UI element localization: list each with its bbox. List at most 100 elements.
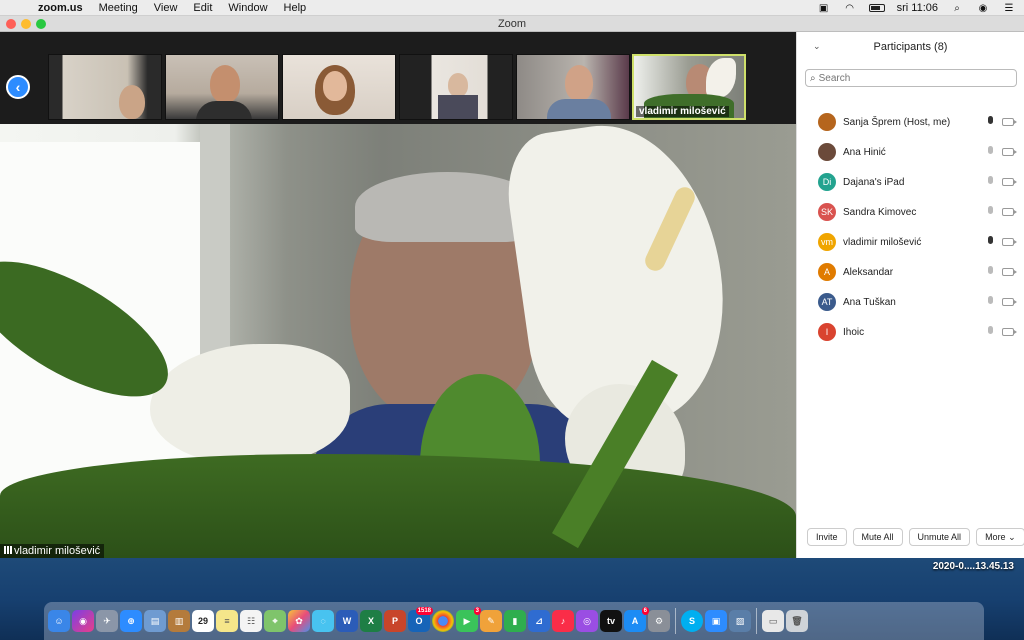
- participant-row[interactable]: A Aleksandar: [797, 257, 1024, 287]
- menu-clock[interactable]: sri 11:06: [897, 2, 938, 14]
- participant-face: [210, 65, 240, 103]
- participant-thumbnail[interactable]: [516, 54, 630, 120]
- menu-app-name[interactable]: zoom.us: [30, 2, 91, 14]
- notification-center-icon[interactable]: ☰: [1002, 3, 1016, 14]
- maps-icon[interactable]: ⌖: [264, 610, 286, 632]
- window-title: Zoom: [497, 18, 527, 30]
- document-stack-icon[interactable]: ▭: [762, 610, 784, 632]
- microphone-icon[interactable]: [985, 236, 995, 248]
- microphone-icon[interactable]: [985, 266, 995, 278]
- participant-search[interactable]: ⌕: [805, 69, 1017, 87]
- apple-tv-icon[interactable]: tv: [600, 610, 622, 632]
- zoom-app-icon[interactable]: ▣: [705, 610, 727, 632]
- participant-name: Ana Hinić: [843, 146, 886, 158]
- music-icon[interactable]: ♪: [552, 610, 574, 632]
- siri-app-icon[interactable]: ◉: [72, 610, 94, 632]
- video-camera-icon[interactable]: [1002, 238, 1017, 246]
- participant-thumbnail[interactable]: [399, 54, 513, 120]
- more-button[interactable]: More ⌄: [976, 528, 1024, 546]
- podcasts-icon[interactable]: ◎: [576, 610, 598, 632]
- participants-title: Participants (8): [873, 41, 948, 53]
- video-camera-icon[interactable]: [1002, 268, 1017, 276]
- photos-icon[interactable]: ✿: [288, 610, 310, 632]
- previous-page-button[interactable]: ‹: [6, 75, 30, 99]
- search-input[interactable]: [818, 72, 999, 84]
- finder-icon[interactable]: ☺: [48, 610, 70, 632]
- desktop-file-label[interactable]: 2020-0....13.45.13: [933, 561, 1014, 572]
- avatar: AT: [818, 293, 836, 311]
- video-camera-icon[interactable]: [1002, 178, 1017, 186]
- participant-row[interactable]: I Ihoic: [797, 317, 1024, 347]
- microphone-icon[interactable]: [985, 146, 995, 158]
- close-window-button[interactable]: [6, 19, 16, 29]
- launchpad-icon[interactable]: ✈: [96, 610, 118, 632]
- video-camera-icon[interactable]: [1002, 118, 1017, 126]
- menu-help[interactable]: Help: [276, 2, 315, 14]
- spotlight-search-icon[interactable]: ⌕: [950, 3, 964, 14]
- messages-icon[interactable]: ◌: [312, 610, 334, 632]
- image-capture-icon[interactable]: ▨: [729, 610, 751, 632]
- wifi-icon[interactable]: ◠: [843, 3, 857, 14]
- siri-icon[interactable]: ◉: [976, 3, 990, 14]
- safari-icon[interactable]: ⊕: [120, 610, 142, 632]
- participant-face: [448, 73, 468, 97]
- notes-icon[interactable]: ≡: [216, 610, 238, 632]
- fullscreen-window-button[interactable]: [36, 19, 46, 29]
- microphone-icon[interactable]: [985, 296, 995, 308]
- powerpoint-icon[interactable]: P: [384, 610, 406, 632]
- participant-row[interactable]: SK Sandra Kimovec: [797, 197, 1024, 227]
- microphone-icon[interactable]: [985, 116, 995, 128]
- excel-icon[interactable]: X: [360, 610, 382, 632]
- participant-row[interactable]: vm vladimir milošević: [797, 227, 1024, 257]
- video-camera-icon[interactable]: [1002, 208, 1017, 216]
- system-preferences-icon[interactable]: ⚙: [648, 610, 670, 632]
- participant-row[interactable]: Ana Hinić: [797, 137, 1024, 167]
- chrome-icon[interactable]: [432, 610, 454, 632]
- calendar-icon[interactable]: 29: [192, 610, 214, 632]
- menu-view[interactable]: View: [146, 2, 186, 14]
- minimize-window-button[interactable]: [21, 19, 31, 29]
- facetime-icon[interactable]: ▶ 3: [456, 607, 481, 632]
- microphone-icon[interactable]: [985, 176, 995, 188]
- word-icon[interactable]: W: [336, 610, 358, 632]
- participant-name: vladimir milošević: [843, 236, 922, 248]
- reminders-icon[interactable]: ☷: [240, 610, 262, 632]
- active-speaker-video[interactable]: vladimir milošević: [0, 124, 796, 558]
- invite-button[interactable]: Invite: [807, 528, 847, 546]
- participant-row[interactable]: AT Ana Tuškan: [797, 287, 1024, 317]
- microphone-icon[interactable]: [985, 206, 995, 218]
- search-icon: ⌕: [810, 72, 816, 84]
- numbers-icon[interactable]: ▮: [504, 610, 526, 632]
- trash-icon[interactable]: 🗑: [786, 610, 808, 632]
- pages-icon[interactable]: ✎: [480, 610, 502, 632]
- video-camera-icon[interactable]: [1002, 328, 1017, 336]
- chevron-down-icon[interactable]: ⌄: [813, 41, 821, 52]
- menu-meeting[interactable]: Meeting: [91, 2, 146, 14]
- participant-row[interactable]: Sanja Šprem (Host, me): [797, 107, 1024, 137]
- participant-thumbnail[interactable]: [282, 54, 396, 120]
- participant-thumbnail[interactable]: [48, 54, 162, 120]
- avatar: A: [818, 263, 836, 281]
- thumbnail-name: vladimir milošević: [636, 106, 729, 117]
- avatar: vm: [818, 233, 836, 251]
- preview-icon[interactable]: ▤: [144, 610, 166, 632]
- contacts-icon[interactable]: ▥: [168, 610, 190, 632]
- participant-thumbnail[interactable]: [165, 54, 279, 120]
- menu-window[interactable]: Window: [220, 2, 275, 14]
- menu-edit[interactable]: Edit: [185, 2, 220, 14]
- panel-footer: Invite Mute All Unmute All More ⌄: [797, 528, 1024, 552]
- microphone-icon[interactable]: [985, 326, 995, 338]
- video-camera-icon[interactable]: [1002, 298, 1017, 306]
- outlook-icon[interactable]: O 1518: [408, 607, 433, 632]
- keynote-icon[interactable]: ⊿: [528, 610, 550, 632]
- skype-icon[interactable]: S: [681, 610, 703, 632]
- unmute-all-button[interactable]: Unmute All: [908, 528, 971, 546]
- battery-icon[interactable]: [868, 4, 885, 12]
- zoom-status-icon[interactable]: ▣: [817, 3, 831, 14]
- mute-all-button[interactable]: Mute All: [852, 528, 903, 546]
- participant-row[interactable]: Di Dajana's iPad: [797, 167, 1024, 197]
- participant-thumbnail-active[interactable]: vladimir milošević: [632, 54, 746, 120]
- video-camera-icon[interactable]: [1002, 148, 1017, 156]
- video-area: ‹ vladimir milošević vladimir milošević: [0, 32, 796, 558]
- app-store-icon[interactable]: A6: [624, 607, 649, 632]
